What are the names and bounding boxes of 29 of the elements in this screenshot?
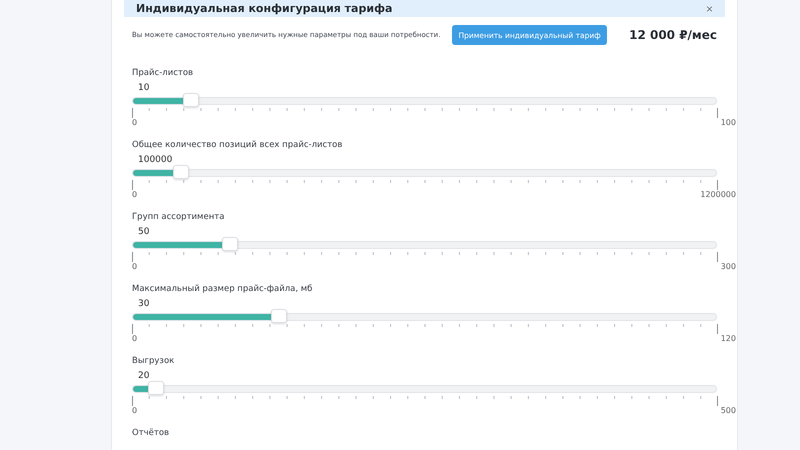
slider-value: 10 [137, 82, 150, 95]
min-value: 0 [132, 118, 138, 127]
min-value: 0 [132, 406, 138, 415]
price-text: 12 000 ₽/мес [629, 28, 717, 42]
max-value: 120 [720, 334, 736, 343]
panel-title: Индивидуальная конфигурация тарифа [136, 2, 392, 15]
max-value: 100 [720, 118, 736, 127]
slider-value: 50 [137, 226, 150, 239]
slider-label: Общее количество позиций всех прайс-листов [132, 139, 344, 151]
max-value: 300 [720, 262, 736, 271]
slider-label: Прайс-листов [132, 67, 194, 79]
slider-handle[interactable] [173, 165, 190, 179]
min-value: 0 [132, 262, 138, 271]
slider-handle[interactable] [270, 309, 287, 323]
slider-label: Выгрузок [132, 355, 176, 367]
slider-handle[interactable] [148, 381, 164, 395]
slider-value: 100000 [137, 154, 174, 167]
slider-label: Максимальный размер прайс-файла, мб [132, 283, 314, 295]
max-value: 1200000 [700, 190, 736, 199]
slider-value: 20 [137, 370, 150, 383]
slider-handle[interactable] [183, 93, 200, 107]
slider-value: 30 [137, 298, 150, 311]
max-value: 500 [720, 406, 736, 415]
min-value: 0 [132, 334, 138, 343]
slider-handle[interactable] [222, 237, 238, 251]
slider-label: Отчётов [132, 427, 170, 439]
min-value: 0 [132, 190, 138, 199]
close-button[interactable]: × [706, 2, 713, 14]
slider-label: Групп ассортимента [132, 211, 226, 223]
